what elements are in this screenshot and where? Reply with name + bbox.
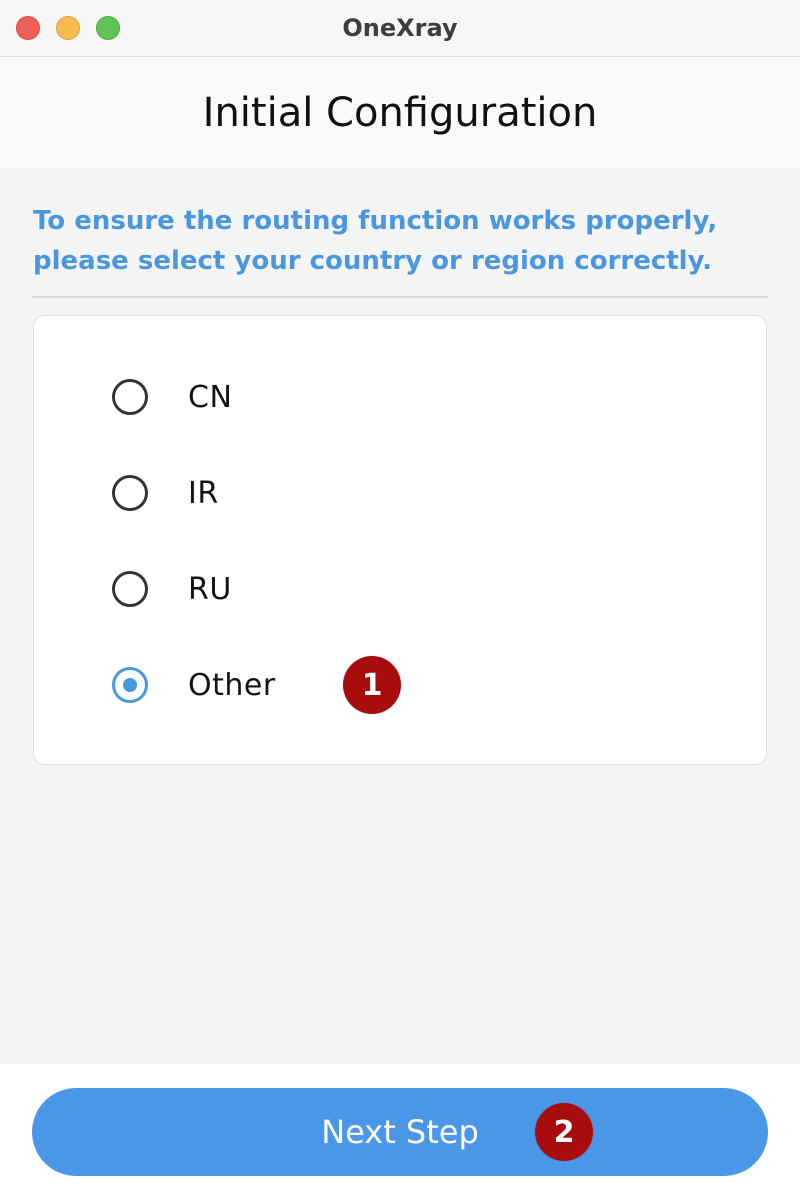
option-label-other: Other (188, 667, 276, 703)
radio-ir[interactable] (112, 475, 148, 511)
app-window: OneXray Initial Configuration To ensure … (0, 0, 800, 1200)
option-ru[interactable]: RU (112, 569, 232, 609)
radio-other[interactable] (112, 667, 148, 703)
option-label-ir: IR (188, 475, 219, 511)
page-title: Initial Configuration (202, 90, 598, 136)
option-ir[interactable]: IR (112, 473, 219, 513)
step-badge-2: 2 (535, 1103, 593, 1161)
option-other[interactable]: Other (112, 665, 276, 705)
option-label-cn: CN (188, 379, 233, 415)
footer: Next Step 2 (0, 1064, 800, 1200)
option-cn[interactable]: CN (112, 377, 232, 417)
page-header: Initial Configuration (0, 58, 800, 168)
option-label-ru: RU (188, 571, 232, 607)
radio-cn[interactable] (112, 379, 148, 415)
next-step-button[interactable]: Next Step (32, 1088, 768, 1176)
content-area: To ensure the routing function works pro… (0, 168, 800, 1064)
window-title: OneXray (342, 14, 458, 42)
region-options-card: CN IR RU Other 1 (33, 315, 767, 765)
next-step-label: Next Step (321, 1113, 479, 1151)
divider (32, 296, 768, 298)
radio-ru[interactable] (112, 571, 148, 607)
instructions-text: To ensure the routing function works pro… (33, 206, 718, 276)
title-bar: OneXray (0, 0, 800, 57)
step-badge-1: 1 (343, 656, 401, 714)
